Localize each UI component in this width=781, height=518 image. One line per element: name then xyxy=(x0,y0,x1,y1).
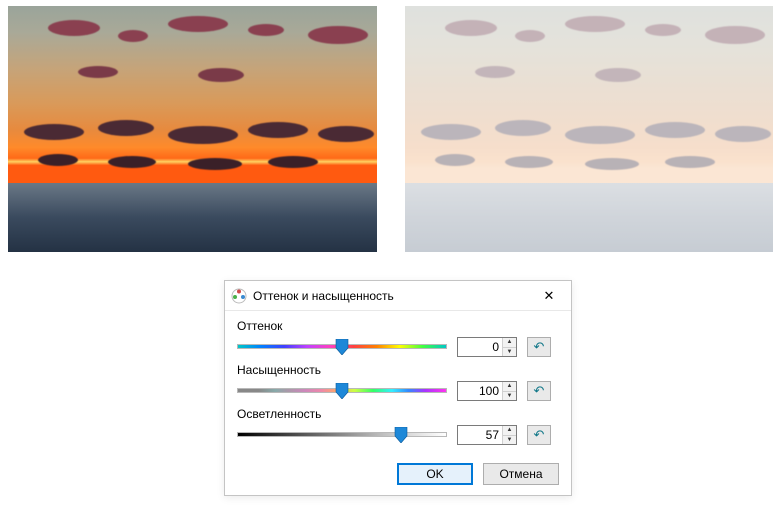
lightness-slider[interactable] xyxy=(237,426,447,444)
saturation-spinners[interactable]: ▲ ▼ xyxy=(502,382,516,400)
saturation-spin-up[interactable]: ▲ xyxy=(503,382,516,392)
lightness-row: Осветленность ▲ ▼ ↶ xyxy=(237,407,559,445)
preview-images-row xyxy=(0,0,781,252)
reset-icon: ↶ xyxy=(534,339,545,355)
reset-icon: ↶ xyxy=(534,427,545,443)
hue-row: Оттенок ▲ ▼ ↶ xyxy=(237,319,559,357)
saturation-reset-button[interactable]: ↶ xyxy=(527,381,551,401)
cancel-button[interactable]: Отмена xyxy=(483,463,559,485)
hue-input-wrap[interactable]: ▲ ▼ xyxy=(457,337,517,357)
app-icon xyxy=(231,288,247,304)
hue-spinners[interactable]: ▲ ▼ xyxy=(502,338,516,356)
lightness-input[interactable] xyxy=(458,427,502,443)
dialog-title: Оттенок и насыщенность xyxy=(253,289,535,303)
close-button[interactable]: ✕ xyxy=(535,285,563,307)
saturation-row: Насыщенность ▲ ▼ ↶ xyxy=(237,363,559,401)
saturation-label: Насыщенность xyxy=(237,363,559,377)
lightness-label: Осветленность xyxy=(237,407,559,421)
ok-button[interactable]: OK xyxy=(397,463,473,485)
lightness-reset-button[interactable]: ↶ xyxy=(527,425,551,445)
dialog-footer: OK Отмена xyxy=(237,451,559,485)
hue-spin-down[interactable]: ▼ xyxy=(503,348,516,357)
hue-spin-up[interactable]: ▲ xyxy=(503,338,516,348)
lightness-spinners[interactable]: ▲ ▼ xyxy=(502,426,516,444)
hue-saturation-dialog: Оттенок и насыщенность ✕ Оттенок ▲ ▼ xyxy=(224,280,572,496)
titlebar[interactable]: Оттенок и насыщенность ✕ xyxy=(225,281,571,311)
reset-icon: ↶ xyxy=(534,383,545,399)
lightness-spin-down[interactable]: ▼ xyxy=(503,436,516,445)
hue-input[interactable] xyxy=(458,339,502,355)
hue-label: Оттенок xyxy=(237,319,559,333)
preview-after xyxy=(405,6,774,252)
lightness-input-wrap[interactable]: ▲ ▼ xyxy=(457,425,517,445)
saturation-spin-down[interactable]: ▼ xyxy=(503,392,516,401)
saturation-input[interactable] xyxy=(458,383,502,399)
saturation-input-wrap[interactable]: ▲ ▼ xyxy=(457,381,517,401)
dialog-body: Оттенок ▲ ▼ ↶ xyxy=(225,311,571,495)
close-icon: ✕ xyxy=(544,288,555,304)
hue-reset-button[interactable]: ↶ xyxy=(527,337,551,357)
lightness-track xyxy=(237,432,447,437)
saturation-thumb[interactable] xyxy=(335,383,349,399)
saturation-slider[interactable] xyxy=(237,382,447,400)
lightness-thumb[interactable] xyxy=(394,427,408,443)
lightness-spin-up[interactable]: ▲ xyxy=(503,426,516,436)
preview-before xyxy=(8,6,377,252)
hue-slider[interactable] xyxy=(237,338,447,356)
hue-thumb[interactable] xyxy=(335,339,349,355)
